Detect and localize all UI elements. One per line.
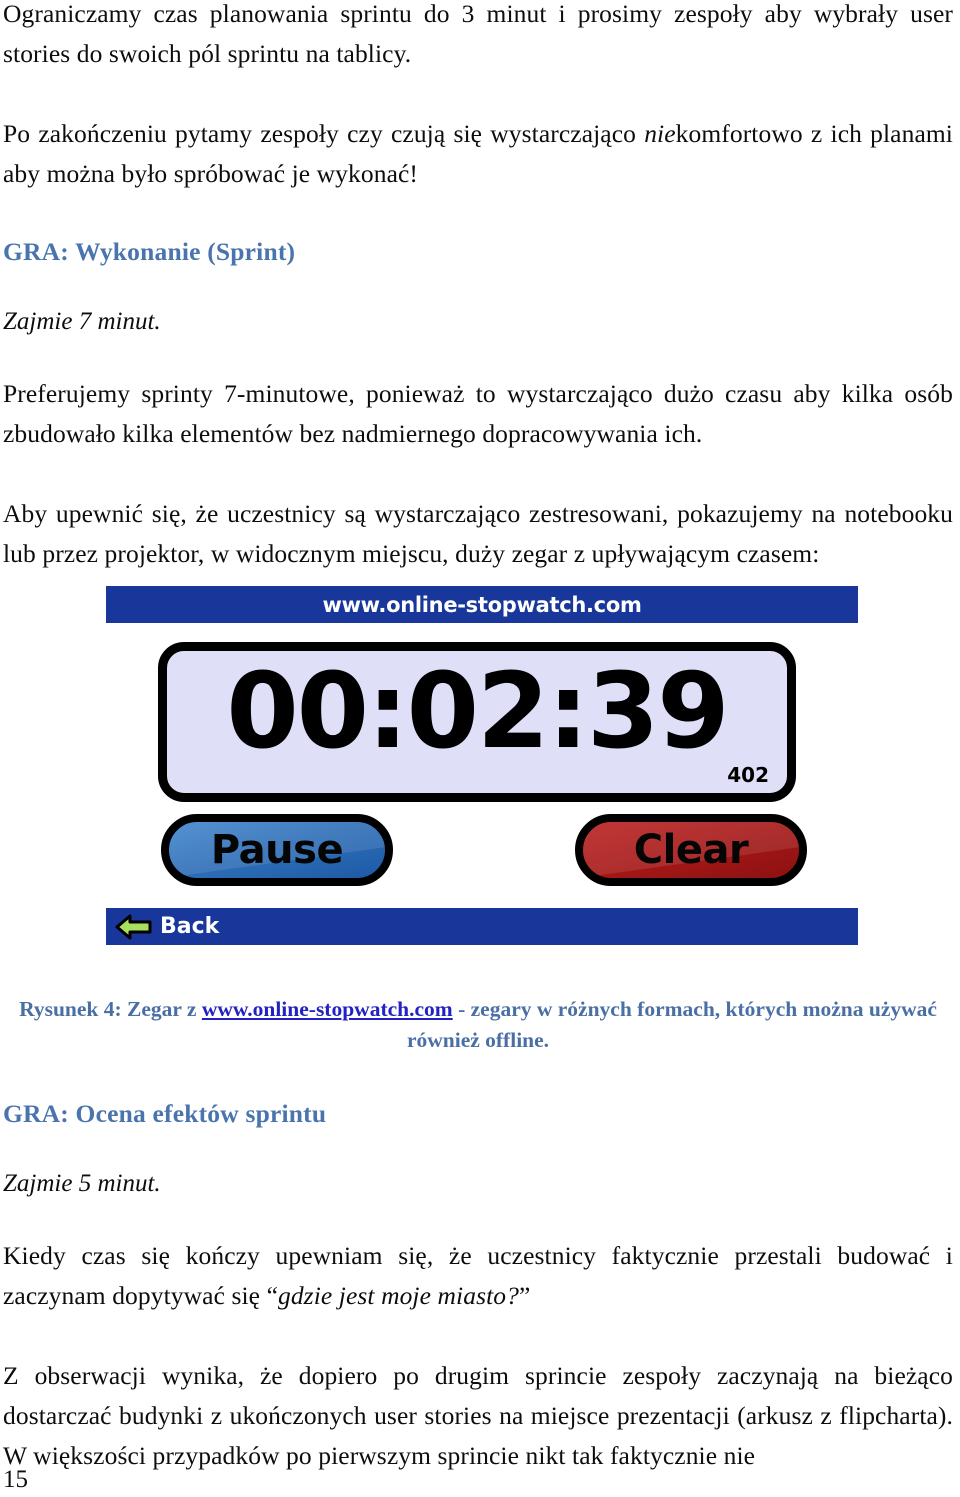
note-spacer-2: [3, 1202, 953, 1236]
page-content: Ograniczamy czas planowania sprintu do 3…: [3, 0, 953, 1476]
figure-caption: Rysunek 4: Zegar z www.online-stopwatch.…: [3, 994, 953, 1056]
stopwatch-site-banner: www.online-stopwatch.com: [106, 586, 858, 623]
figure-caption-tail: - zegary w różnych formach, których możn…: [406, 997, 937, 1052]
stopwatch-time-readout: 00:02:39: [226, 650, 729, 772]
paragraph-time-up-part2: ”: [518, 1281, 531, 1310]
stopwatch-clear-label: Clear: [633, 827, 749, 873]
heading-gra-ocena: GRA: Ocena efektów sprintu: [3, 1099, 327, 1128]
paragraph-after-finish-part1: Po zakończeniu pytamy zespoły czy czują …: [3, 119, 645, 148]
paragraph-stress-clock: Aby upewnić się, że uczestnicy są wystar…: [3, 499, 953, 568]
emphasis-nie: nie: [644, 119, 676, 148]
paragraph-spacer-3: [3, 1316, 953, 1356]
stopwatch-display-panel: 00:02:39 402: [158, 642, 796, 802]
back-arrow-icon: [115, 914, 152, 939]
note-spacer: [3, 340, 953, 374]
stopwatch-pause-button[interactable]: Pause: [161, 814, 393, 886]
figure-stopwatch-container: www.online-stopwatch.com 00:02:39 402 Pa…: [3, 574, 960, 996]
stopwatch-back-bar[interactable]: Back: [106, 908, 858, 945]
paragraph-spacer-2: [3, 454, 953, 494]
online-stopwatch-screenshot: www.online-stopwatch.com 00:02:39 402 Pa…: [103, 586, 858, 996]
heading-gra-wykonanie: GRA: Wykonanie (Sprint): [3, 237, 296, 266]
stopwatch-clear-button[interactable]: Clear: [575, 814, 807, 886]
emphasis-gdzie-jest-moje-miasto: gdzie jest moje miasto?: [277, 1281, 519, 1310]
stopwatch-pause-label: Pause: [210, 827, 344, 873]
note-duration-5-minutes: Zajmie 5 minut.: [3, 1170, 161, 1197]
note-duration-7-minutes: Zajmie 7 minut.: [3, 308, 161, 335]
paragraph-prefer-7-minute-sprints: Preferujemy sprinty 7-minutowe, ponieważ…: [3, 379, 953, 448]
figure-caption-lead: Rysunek 4: Zegar z: [19, 997, 202, 1021]
document-page: Ograniczamy czas planowania sprintu do 3…: [0, 0, 960, 1497]
figure-caption-link[interactable]: www.online-stopwatch.com: [202, 997, 453, 1021]
heading-spacer-2: [3, 1132, 953, 1166]
paragraph-after-finish: Po zakończeniu pytamy zespoły czy czują …: [3, 114, 953, 194]
stopwatch-site-url: www.online-stopwatch.com: [322, 592, 642, 617]
paragraph-time-up: Kiedy czas się kończy upewniam się, że u…: [3, 1236, 953, 1316]
heading-spacer: [3, 270, 953, 304]
paragraph-observations: Z obserwacji wynika, że dopiero po drugi…: [3, 1361, 953, 1470]
paragraph-intro-planning: Ograniczamy czas planowania sprintu do 3…: [3, 0, 953, 68]
stopwatch-back-label: Back: [160, 914, 220, 939]
page-number: 15: [3, 1466, 28, 1493]
stopwatch-lap-counter: 402: [727, 763, 769, 787]
